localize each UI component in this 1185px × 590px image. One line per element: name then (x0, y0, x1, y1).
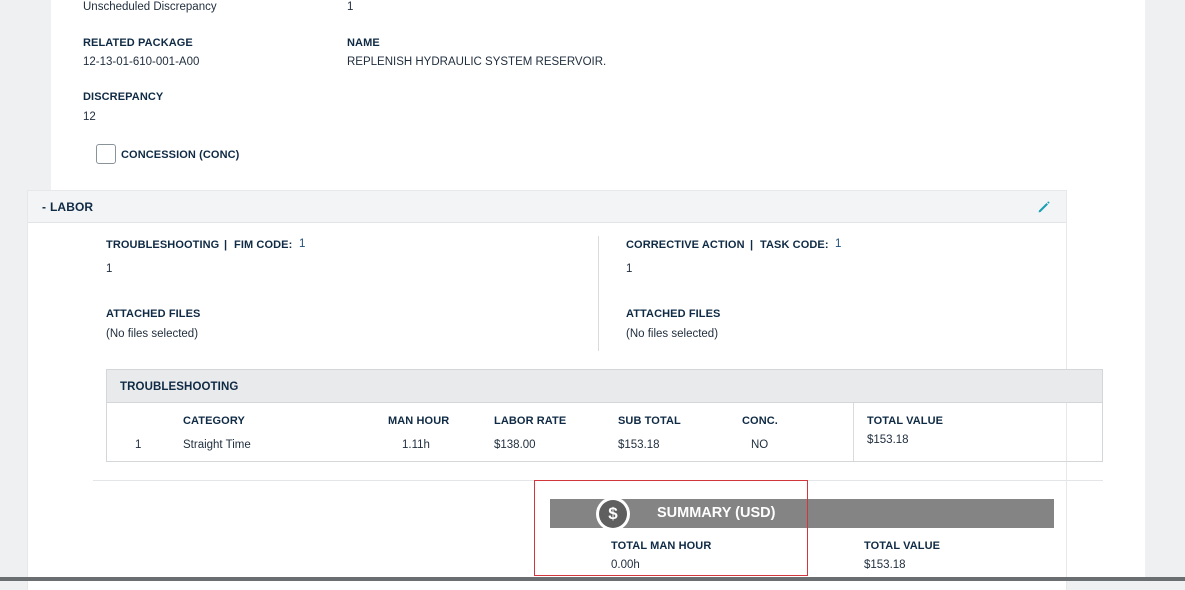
column-divider (598, 236, 599, 351)
row-sub-total: $153.18 (618, 439, 660, 451)
troubleshooting-text: 1 (106, 263, 113, 275)
troubleshooting-label: TROUBLESHOOTING (106, 239, 220, 251)
highlight-box (534, 480, 808, 576)
table-title: TROUBLESHOOTING (120, 381, 239, 393)
name-label: NAME (347, 37, 380, 49)
labor-header[interactable]: - LABOR (28, 191, 1066, 223)
unscheduled-discrepancy-label: Unscheduled Discrepancy (83, 1, 217, 13)
fim-code-label: FIM CODE: (234, 239, 293, 251)
unscheduled-discrepancy-value: 1 (347, 1, 354, 13)
column-header-man-hour: MAN HOUR (388, 415, 450, 427)
column-header-conc: CONC. (742, 415, 778, 427)
column-header-sub-total: SUB TOTAL (618, 415, 681, 427)
corrective-files-value: (No files selected) (626, 328, 719, 340)
row-index: 1 (135, 439, 142, 451)
discrepancy-value: 12 (83, 111, 96, 123)
column-header-labor-rate: LABOR RATE (494, 415, 567, 427)
corrective-action-label: CORRECTIVE ACTION (626, 239, 745, 251)
row-labor-rate: $138.00 (494, 439, 536, 451)
corrective-action-text: 1 (626, 263, 633, 275)
task-code-label: TASK CODE: (760, 239, 829, 251)
related-package-label: RELATED PACKAGE (83, 37, 193, 49)
name-value: REPLENISH HYDRAULIC SYSTEM RESERVOIR. (347, 56, 607, 68)
bottom-scroll-edge (0, 577, 1185, 581)
discrepancy-label: DISCREPANCY (83, 91, 164, 103)
troubleshooting-separator: | (224, 239, 228, 251)
row-man-hour: 1.11h (402, 439, 430, 451)
row-category: Straight Time (183, 439, 251, 451)
summary-total-value-label: TOTAL VALUE (864, 540, 941, 552)
corrective-files-label: ATTACHED FILES (626, 308, 721, 320)
concession-label: CONCESSION (CONC) (121, 149, 240, 161)
total-value: $153.18 (867, 434, 909, 446)
summary-total-value: $153.18 (864, 559, 906, 571)
troubleshooting-files-value: (No files selected) (106, 328, 199, 340)
collapse-toggle[interactable]: - (42, 200, 46, 214)
corrective-separator: | (750, 239, 754, 251)
column-header-category: CATEGORY (183, 415, 245, 427)
labor-title: LABOR (50, 200, 94, 214)
task-code-value: 1 (835, 238, 842, 250)
total-divider (853, 403, 854, 461)
troubleshooting-files-label: ATTACHED FILES (106, 308, 201, 320)
troubleshooting-table: TROUBLESHOOTING CATEGORY MAN HOUR LABOR … (106, 369, 1103, 462)
fim-code-value: 1 (299, 238, 306, 250)
row-conc: NO (751, 439, 769, 451)
concession-checkbox[interactable] (96, 144, 116, 164)
total-value-label: TOTAL VALUE (867, 415, 944, 427)
table-header: TROUBLESHOOTING (107, 370, 1102, 403)
pencil-icon[interactable] (1037, 200, 1051, 219)
related-package-value: 12-13-01-610-001-A00 (83, 56, 200, 68)
